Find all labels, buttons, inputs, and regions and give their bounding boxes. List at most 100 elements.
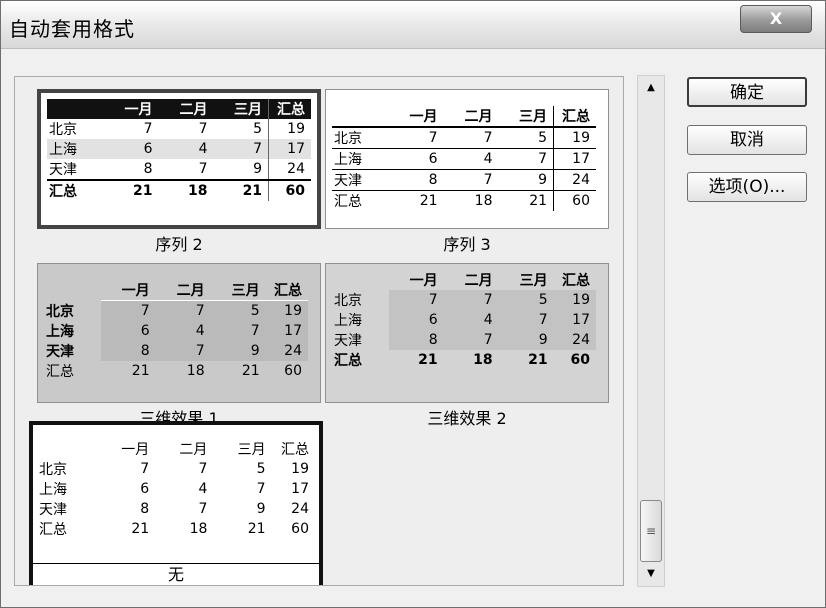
preview-cell: 4: [155, 320, 211, 341]
format-tile-series-2[interactable]: 一月 二月 三月 汇总 北京 7 7 5 19 上海 6 4 7 17 天津 8 7 9 24 汇总 21 18 21 60: [37, 89, 321, 229]
preview-column-header: 一月: [121, 442, 150, 458]
preview-cell: 21: [247, 521, 266, 537]
preview-data-row: 汇总 21 18 21 60: [332, 350, 596, 370]
preview-column-header: 二月: [443, 106, 499, 128]
preview-column-header: 汇总: [562, 273, 590, 289]
preview-data-row: 北京 7 7 5 19: [44, 300, 308, 321]
preview-cell: 18: [474, 193, 493, 209]
preview-cell: 7: [100, 300, 156, 321]
preview-corner-cell: [47, 99, 104, 119]
preview-cell: 60: [291, 521, 309, 537]
preview-cell: 8: [388, 169, 444, 191]
scroll-down-arrow-icon[interactable]: ▼: [638, 562, 664, 586]
preview-data-row: 上海 6 4 7 17: [37, 479, 315, 499]
options-button[interactable]: 选项(O)...: [687, 172, 807, 202]
preview-row-label: 北京: [334, 293, 362, 309]
preview-column-header: 三月: [231, 283, 260, 299]
preview-row-label: 汇总: [39, 522, 67, 538]
preview-cell: 8: [100, 340, 156, 361]
preview-cell: 7: [388, 290, 444, 310]
preview-cell: 8: [388, 330, 444, 350]
preview-cell: 24: [553, 169, 596, 191]
format-caption-series-3[interactable]: 序列 3: [325, 231, 609, 255]
preview-cell: 7: [158, 159, 214, 181]
preview-cell: 18: [189, 521, 208, 537]
preview-cell: 7: [443, 290, 499, 310]
preview-row-label: 天津: [46, 343, 74, 360]
preview-cell: 5: [498, 127, 554, 149]
preview-data-row: 天津 8 7 9 24: [332, 330, 596, 350]
cancel-button[interactable]: 取消: [687, 125, 807, 155]
preview-cell: 4: [158, 139, 214, 159]
preview-cell: 21: [419, 193, 438, 209]
format-caption-none[interactable]: 无: [33, 563, 319, 585]
preview-cell: 21: [528, 352, 548, 368]
preview-column-header: 二月: [179, 442, 208, 458]
preview-cell: 24: [553, 330, 596, 350]
preview-cell: 8: [140, 501, 150, 517]
preview-row-label: 上海: [46, 323, 74, 340]
preview-data-row: 上海 6 4 7 17: [332, 310, 596, 330]
preview-cell: 9: [256, 501, 266, 517]
preview-corner-cell: [332, 270, 389, 290]
format-tile-series-3[interactable]: 一月 二月 三月 汇总 北京 7 7 5 19 上海 6 4 7 17 天津 8 7 9 24 汇总 21 18 21 60: [325, 89, 609, 229]
preview-cell: 8: [103, 159, 159, 181]
preview-data-row: 汇总 21 18 21 60: [37, 519, 315, 539]
preview-cell: 7: [155, 340, 211, 361]
preview-cell: 4: [198, 481, 208, 497]
close-button[interactable]: X: [740, 5, 812, 33]
scroll-up-arrow-icon[interactable]: ▲: [638, 76, 664, 100]
preview-cell: 6: [388, 310, 444, 330]
preview-cell: 19: [268, 119, 311, 139]
preview-cell: 6: [388, 148, 444, 170]
preview-cell: 6: [140, 481, 150, 497]
preview-cell: 9: [210, 340, 266, 361]
preview-row-label: 北京: [39, 462, 67, 478]
preview-cell: 17: [291, 481, 309, 497]
preview-header-row: 一月 二月 三月 汇总: [47, 99, 311, 119]
preview-cell: 18: [188, 183, 208, 199]
preview-cell: 24: [265, 340, 308, 361]
preview-cell: 17: [553, 310, 596, 330]
preview-column-header: 二月: [464, 273, 493, 289]
preview-cell: 17: [268, 139, 311, 159]
preview-cell: 9: [213, 159, 269, 181]
preview-cell: 18: [186, 362, 205, 379]
preview-cell: 5: [256, 461, 266, 477]
preview-cell: 7: [198, 501, 208, 517]
preview-column-header: 一月: [103, 99, 159, 119]
preview-row-label: 天津: [39, 502, 67, 518]
preview-table: 一月 二月 三月 汇总 北京 7 7 5 19 上海 6 4 7 17 天津 8 7 9 24 汇总 21 18 21 60: [37, 439, 315, 539]
preview-row-label: 汇总: [49, 184, 77, 200]
preview-row-label: 北京: [332, 127, 389, 149]
preview-data-row: 上海 6 4 7 17: [44, 320, 308, 341]
preview-cell: 7: [443, 127, 499, 149]
format-caption-3d-2[interactable]: 三维效果 2: [325, 405, 609, 429]
preview-data-row: 汇总 21 18 21 60: [332, 190, 596, 211]
format-tile-3d-1[interactable]: 一月 二月 三月 汇总 北京 7 7 5 19 上海 6 4 7 17 天津 8 7 9 24 汇总 21 18 21 60: [37, 263, 321, 403]
preview-cell: 24: [268, 159, 311, 181]
preview-data-row: 天津 8 7 9 24: [332, 169, 596, 191]
preview-data-row: 北京 7 7 5 19: [332, 127, 596, 149]
preview-cell: 7: [198, 121, 208, 137]
preview-header-row: 一月 二月 三月 汇总: [44, 280, 308, 301]
format-tile-none[interactable]: 一月 二月 三月 汇总 北京 7 7 5 19 上海 6 4 7 17 天津 8 7 9 24 汇总 21 18 21 60 …: [29, 421, 323, 585]
ok-button[interactable]: 确定: [687, 77, 807, 107]
format-gallery: 一月 二月 三月 汇总 北京 7 7 5 19 上海 6 4 7 17 天津 8 7 9 24 汇总 21 18 21 60 …: [14, 76, 624, 586]
preview-corner-cell: [44, 280, 101, 301]
preview-cell: 17: [553, 148, 596, 170]
preview-cell: 21: [242, 183, 263, 199]
preview-cell: 60: [570, 352, 590, 368]
preview-cell: 19: [553, 290, 596, 310]
preview-cell: 7: [498, 310, 554, 330]
preview-cell: 5: [253, 121, 263, 137]
format-caption-series-2[interactable]: 序列 2: [37, 231, 321, 255]
preview-row-label: 北京: [49, 122, 77, 138]
preview-column-header: 一月: [121, 283, 150, 299]
format-tile-3d-2[interactable]: 一月 二月 三月 汇总 北京 7 7 5 19 上海 6 4 7 17 天津 8 7 9 24 汇总 21 18 21 60: [325, 263, 609, 403]
preview-table: 一月 二月 三月 汇总 北京 7 7 5 19 上海 6 4 7 17 天津 8 7 9 24 汇总 21 18 21 60: [47, 99, 311, 201]
preview-row-label: 天津: [47, 159, 104, 181]
scroll-thumb[interactable]: ≡: [640, 500, 662, 562]
gallery-scrollbar[interactable]: ▲ ≡ ▼: [637, 75, 665, 587]
preview-cell: 18: [473, 352, 493, 368]
